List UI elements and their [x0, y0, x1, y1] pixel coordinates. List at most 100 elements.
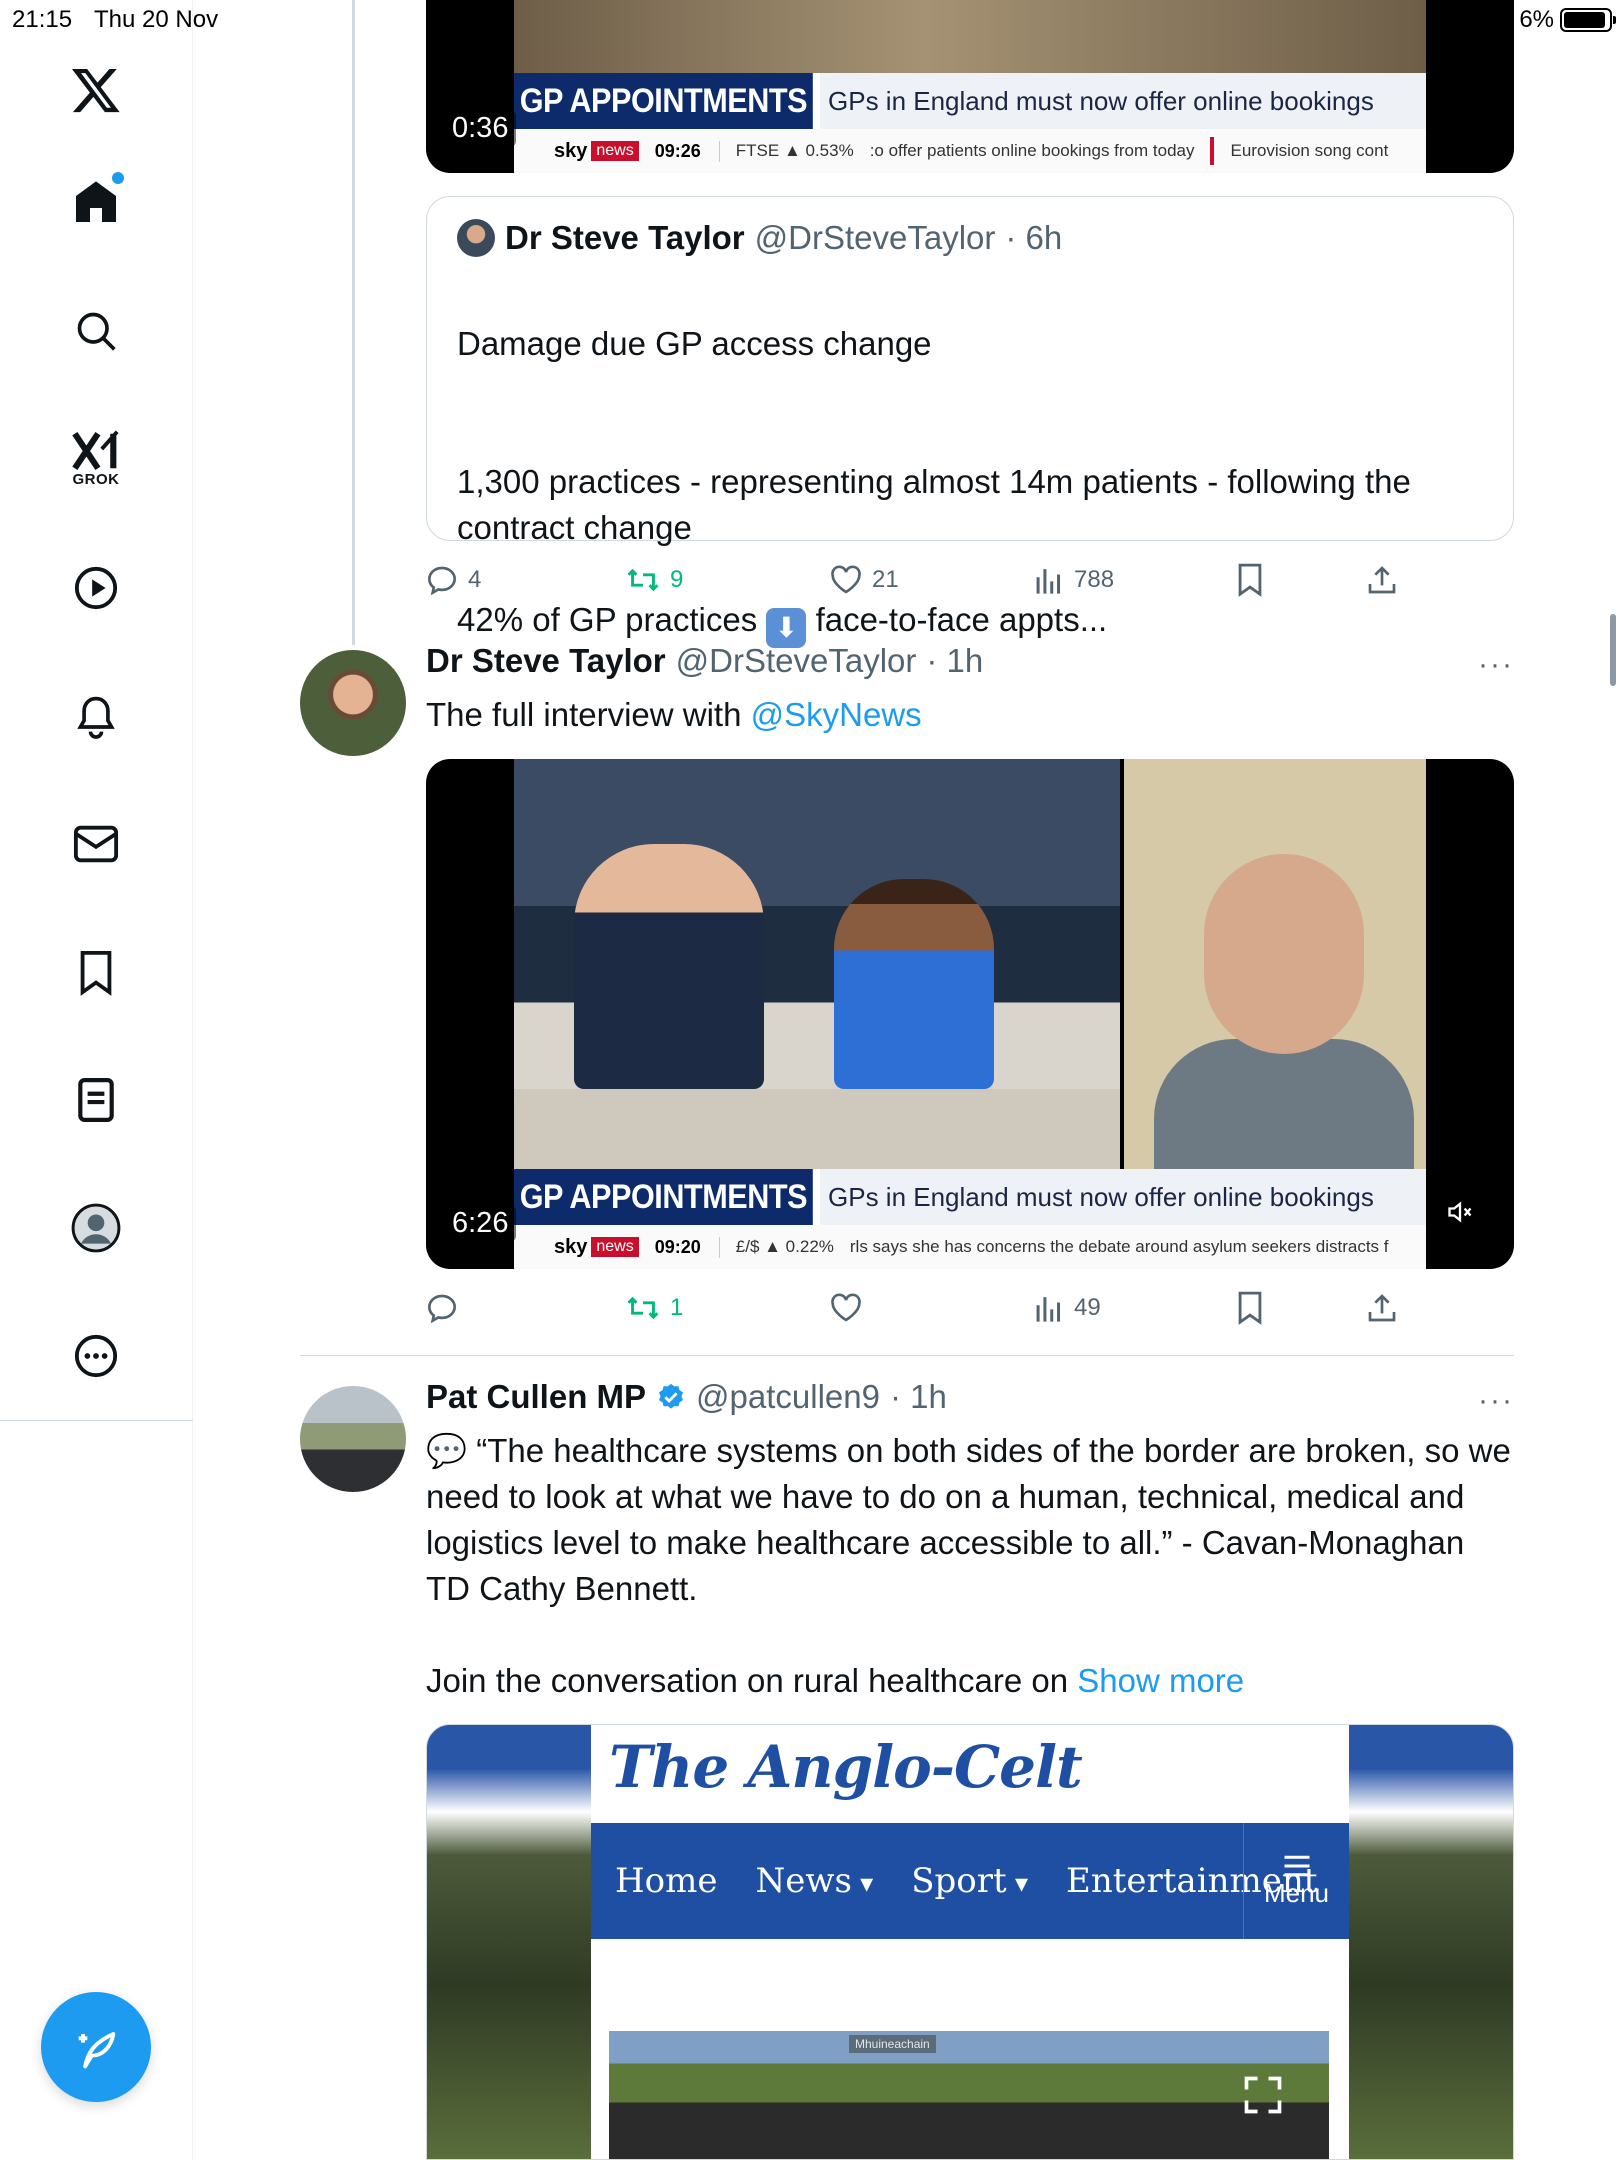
video-player-1[interactable]: ••• GP APPOINTMENTS GPs in England must … [426, 0, 1514, 173]
repost-button[interactable]: 1 [626, 1293, 683, 1323]
quoted-line-2: 1,300 practices - representing almost 14… [457, 463, 1411, 546]
views-count: 49 [1074, 1294, 1101, 1321]
quoted-line-3: 42% of GP practices ⬇ face-to-face appts… [457, 597, 1483, 648]
reply-icon [427, 566, 457, 596]
quoted-post-time: · 6h [1005, 219, 1063, 256]
anglo-celt-nav: Home News Sport Entertainment [591, 1823, 1349, 1939]
chyron-headline-text: GPs in England must now offer online boo… [820, 1169, 1426, 1225]
more-circle-icon [74, 1334, 118, 1378]
sidebar-item-video[interactable] [56, 548, 136, 628]
expand-icon [1244, 2076, 1282, 2114]
author-handle[interactable]: @patcullen9 [696, 1378, 880, 1416]
sidebar-item-grok[interactable]: GROK [56, 418, 136, 498]
chyron-headline-tag: GP APPOINTMENTS [514, 1169, 813, 1225]
views-button[interactable]: 788 [1034, 565, 1114, 595]
ticker-index: FTSE ▲ 0.53% [735, 141, 854, 160]
bookmark-button[interactable] [1236, 1291, 1264, 1325]
anglo-celt-logo: The Anglo-Celt [609, 1733, 1083, 1801]
video-duration-1: 0:36 [444, 110, 517, 147]
like-button[interactable] [830, 1293, 872, 1323]
scrollbar[interactable] [1610, 614, 1616, 686]
mail-icon [73, 825, 119, 863]
verified-badge-icon [659, 1383, 684, 1409]
sidebar-nav: GROK [0, 0, 193, 2160]
show-more-link[interactable]: Show more [1077, 1662, 1244, 1699]
post-actions-2: 1 49 [426, 1286, 1436, 1330]
sky-news-badge: news [591, 141, 639, 161]
list-icon [78, 1078, 114, 1122]
compose-feather-icon [78, 2032, 116, 2069]
post-actions-1: 4 9 21 788 [426, 558, 1436, 602]
sidebar-item-notifications[interactable] [56, 676, 136, 756]
celt-nav-news: News [755, 1861, 873, 1901]
repost-button[interactable]: 9 [626, 565, 683, 595]
views-count: 788 [1074, 566, 1115, 593]
ticker-text-2: Eurovision song cont [1230, 141, 1389, 160]
thread-connector-line [352, 0, 355, 645]
share-button[interactable] [1366, 1292, 1398, 1324]
sidebar-item-lists[interactable] [56, 1060, 136, 1140]
compose-post-button[interactable] [41, 1992, 151, 2102]
sidebar-item-explore[interactable] [56, 291, 136, 371]
post-divider [300, 1355, 1514, 1356]
heart-icon [831, 1293, 861, 1322]
ticker-separator [1210, 137, 1215, 165]
sidebar-item-more[interactable] [56, 1316, 136, 1396]
bookmark-button[interactable] [1236, 563, 1264, 597]
photo-sign: Mhuineachain [849, 2035, 936, 2053]
bookmark-icon [80, 950, 112, 996]
video-player-2[interactable]: GP APPOINTMENTS GPs in England must now … [426, 759, 1514, 1269]
avatar[interactable] [457, 219, 495, 257]
reply-button[interactable] [426, 1292, 468, 1324]
post-more-button[interactable]: ··· [1478, 648, 1514, 682]
play-circle-icon [74, 566, 118, 610]
chyron-headline-tag: GP APPOINTMENTS [514, 73, 813, 129]
video-chyron-1: GP APPOINTMENTS GPs in England must now … [514, 73, 1426, 173]
celt-nav-sport: Sport [911, 1861, 1028, 1901]
post-text-2-pre: The full interview with [426, 696, 751, 733]
views-button[interactable]: 49 [1034, 1293, 1101, 1323]
sidebar-item-bookmarks[interactable] [56, 933, 136, 1013]
share-button[interactable] [1366, 564, 1398, 596]
bookmark-icon [1238, 1291, 1262, 1325]
post-text-3b-pre: Join the conversation on rural healthcar… [426, 1662, 1078, 1699]
post-text-3: 💬 “The healthcare systems on both sides … [426, 1432, 1511, 1607]
avatar[interactable] [300, 650, 406, 756]
mention-link[interactable]: @SkyNews [751, 696, 922, 733]
repost-count: 9 [670, 566, 684, 593]
battery-percent: 6% [1519, 6, 1554, 33]
author-name[interactable]: Dr Steve Taylor [426, 642, 666, 680]
author-handle[interactable]: @DrSteveTaylor [676, 642, 917, 680]
heart-icon [831, 565, 861, 594]
ticker-text: :o offer patients online bookings from t… [869, 141, 1195, 160]
post-text-2: The full interview with @SkyNews [426, 692, 1516, 738]
quoted-line-3-pre: 42% of GP practices [457, 601, 758, 638]
link-preview-image[interactable]: The Anglo-Celt Home News Sport Entertain… [426, 1724, 1514, 2160]
sidebar-item-home[interactable] [56, 162, 136, 242]
quoted-post-card[interactable]: Dr Steve Taylor @DrSteveTaylor · 6h Dama… [426, 196, 1514, 648]
share-icon [1368, 566, 1396, 594]
quoted-author-name: Dr Steve Taylor [505, 219, 745, 256]
bell-icon [77, 696, 115, 739]
sky-news-badge: news [591, 1237, 639, 1257]
sidebar-item-messages[interactable] [56, 804, 136, 884]
grok-icon [72, 429, 119, 470]
ticker-text: rls says she has concerns the debate aro… [849, 1237, 1389, 1256]
quoted-post-header: Dr Steve Taylor @DrSteveTaylor · 6h [457, 219, 1483, 257]
post-header-3: Pat Cullen MP @patcullen9 · 1h [426, 1378, 947, 1416]
quoted-post-text: Damage due GP access change 1,300 practi… [457, 275, 1483, 694]
sky-logo: sky [554, 1235, 588, 1258]
like-button[interactable]: 21 [830, 565, 899, 595]
battery-icon [1560, 8, 1616, 32]
sidebar-item-profile[interactable] [56, 1188, 136, 1268]
author-name[interactable]: Pat Cullen MP [426, 1378, 646, 1416]
status-battery: 6% [1519, 6, 1616, 34]
x-logo-icon[interactable] [56, 50, 136, 130]
views-chart-icon [1036, 1297, 1061, 1322]
mute-button[interactable] [1446, 1198, 1474, 1231]
avatar[interactable] [300, 1386, 406, 1492]
reply-button[interactable]: 4 [426, 564, 481, 596]
post-header-2: Dr Steve Taylor @DrSteveTaylor · 1h [426, 642, 983, 680]
post-more-button[interactable]: ··· [1478, 1384, 1514, 1418]
chyron-clock: 09:26 [655, 140, 720, 162]
